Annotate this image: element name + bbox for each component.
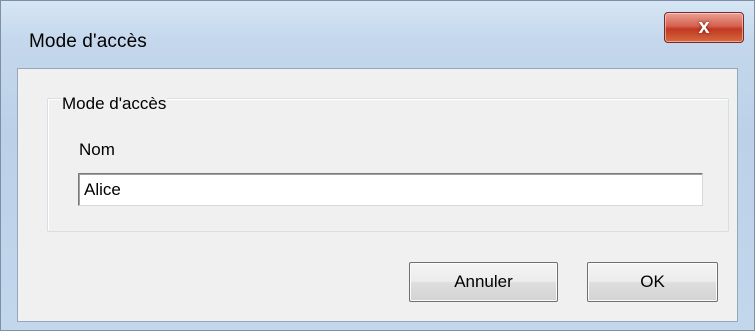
close-icon: x — [698, 16, 710, 38]
dialog-client-area: Mode d'accès Nom Annuler OK — [17, 68, 738, 322]
dialog-window: Mode d'accès x Mode d'accès Nom Annuler … — [0, 0, 755, 331]
groupbox-legend: Mode d'accès — [61, 94, 168, 114]
name-label: Nom — [79, 140, 115, 159]
close-button[interactable]: x — [664, 12, 744, 43]
name-input[interactable] — [78, 173, 703, 206]
access-mode-groupbox — [47, 98, 729, 232]
title-bar[interactable]: Mode d'accès x — [1, 1, 754, 63]
ok-button[interactable]: OK — [587, 262, 718, 302]
window-title: Mode d'accès — [29, 31, 147, 52]
cancel-button[interactable]: Annuler — [409, 262, 558, 302]
